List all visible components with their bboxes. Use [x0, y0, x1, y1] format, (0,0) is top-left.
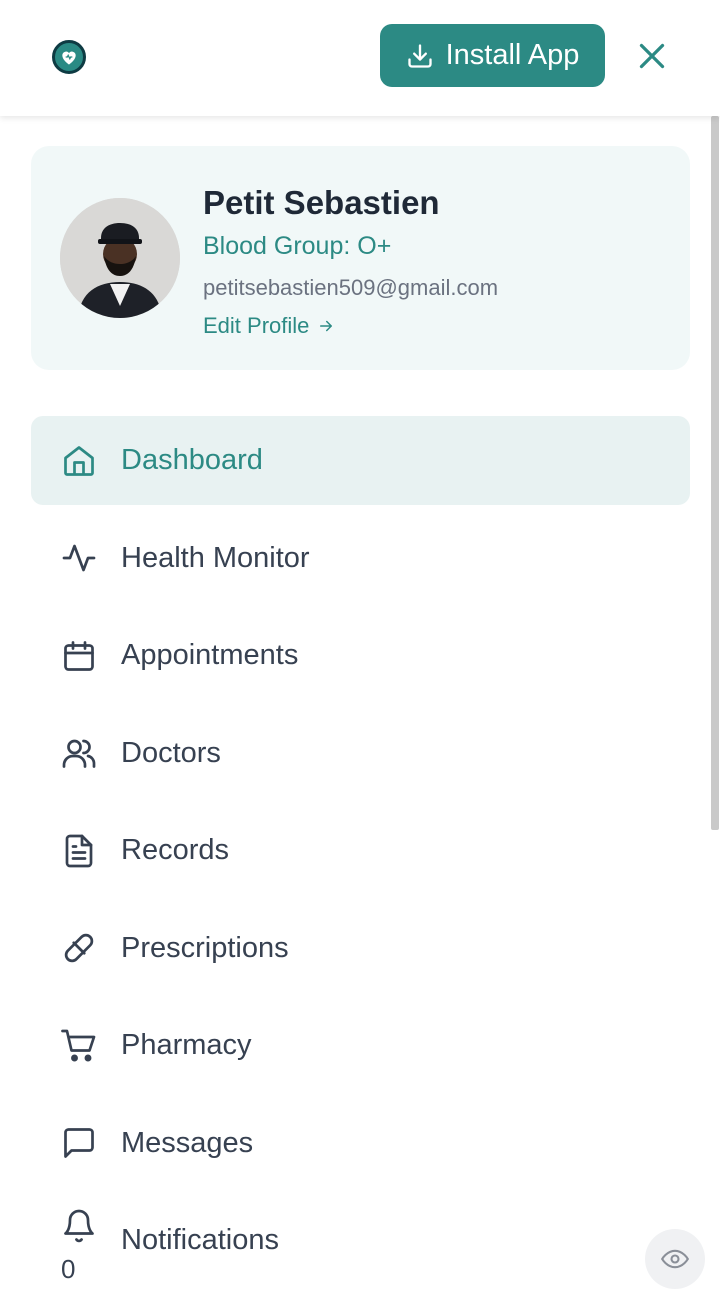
profile-name: Petit Sebastien — [203, 184, 440, 221]
nav-label-appointments: Appointments — [121, 639, 299, 671]
nav-label-notifications: Notifications — [121, 1224, 279, 1256]
nav-item-health-monitor[interactable]: Health Monitor — [31, 514, 690, 603]
avatar[interactable] — [60, 198, 180, 318]
blood-group: Blood Group: O+ — [203, 232, 392, 260]
nav-label-records: Records — [121, 834, 229, 866]
cart-icon — [61, 1029, 96, 1061]
top-bar: Install App — [0, 0, 720, 116]
eye-icon — [661, 1249, 689, 1269]
edit-profile-link[interactable]: Edit Profile — [203, 313, 335, 339]
nav-label-prescriptions: Prescriptions — [121, 931, 289, 964]
nav-item-doctors[interactable]: Doctors — [31, 709, 690, 798]
edit-profile-label: Edit Profile — [203, 313, 310, 338]
nav-item-messages[interactable]: Messages — [31, 1099, 690, 1188]
install-app-label: Install App — [445, 39, 580, 71]
nav-item-prescriptions[interactable]: Prescriptions — [31, 904, 690, 993]
nav-label-health-monitor: Health Monitor — [121, 541, 310, 574]
nav-menu: Dashboard Health Monitor Appointments Do… — [31, 416, 690, 1294]
nav-label-doctors: Doctors — [121, 736, 221, 769]
nav-label-messages: Messages — [121, 1126, 254, 1159]
users-icon — [62, 739, 96, 768]
nav-item-pharmacy[interactable]: Pharmacy — [31, 1001, 690, 1090]
profile-email: petitsebastien509@gmail.com — [203, 275, 499, 300]
message-icon — [64, 1128, 94, 1158]
bell-icon — [64, 1209, 94, 1243]
heart-logo-icon[interactable] — [52, 40, 86, 74]
scrollbar[interactable] — [711, 116, 719, 830]
arrow-right-icon — [320, 320, 333, 332]
profile-card: Petit Sebastien Blood Group: O+ petitseb… — [31, 146, 690, 370]
nav-item-notifications[interactable]: 0 Notifications — [31, 1196, 690, 1285]
nav-label-pharmacy: Pharmacy — [121, 1029, 252, 1061]
nav-label-dashboard: Dashboard — [121, 444, 263, 476]
nav-item-records[interactable]: Records — [31, 806, 690, 895]
file-text-icon — [65, 834, 93, 867]
nav-item-dashboard[interactable]: Dashboard — [31, 416, 690, 505]
download-icon — [407, 43, 432, 68]
home-icon — [64, 445, 94, 476]
notification-count: 0 — [61, 1254, 76, 1284]
nav-item-appointments[interactable]: Appointments — [31, 611, 690, 700]
activity-icon — [62, 544, 96, 572]
calendar-icon — [64, 640, 94, 671]
close-icon[interactable] — [634, 38, 670, 74]
install-app-button[interactable]: Install App — [380, 24, 605, 87]
accessibility-view-button[interactable] — [645, 1229, 705, 1289]
pill-icon — [64, 933, 94, 963]
